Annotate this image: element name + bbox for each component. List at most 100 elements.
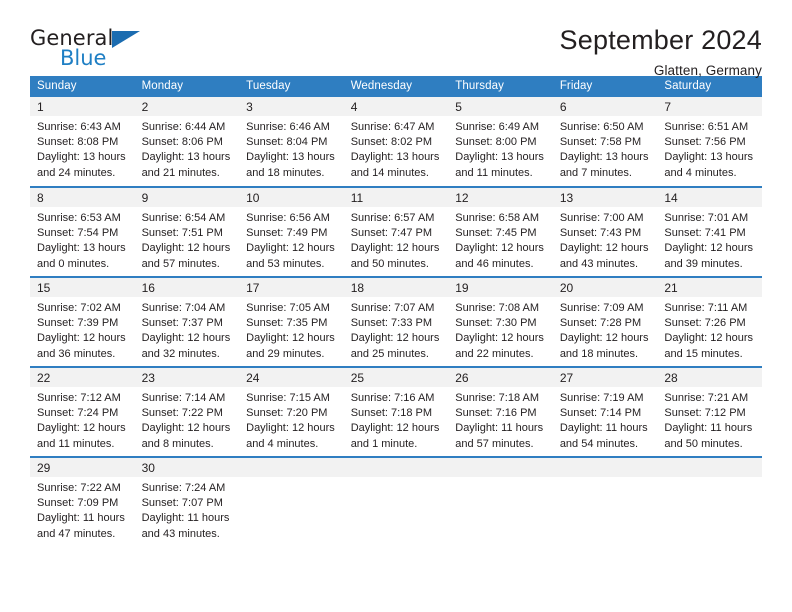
general-blue-logo[interactable]: General Blue: [30, 26, 150, 78]
day-number: 20: [552, 278, 658, 297]
sunset-time: Sunset: 7:22 PM: [141, 407, 223, 420]
daylight-duration-line1: Daylight: 11 hours: [455, 422, 544, 435]
daylight-duration-line2: and 24 minutes.: [37, 166, 116, 179]
day-sun-info: Sunrise: 6:56 AM Sunset: 7:49 PM Daylight:…: [239, 207, 344, 272]
calendar-day-cell[interactable]: 28 Sunrise: 7:21 AM Sunset: 7:12 PM Dayligh…: [657, 366, 762, 457]
calendar-day-cell[interactable]: 1 Sunrise: 6:43 AM Sunset: 8:08 PM Daylight…: [30, 97, 135, 187]
triangle-flag-icon: [112, 31, 140, 48]
calendar-day-cell[interactable]: 27 Sunrise: 7:19 AM Sunset: 7:14 PM Dayligh…: [552, 366, 658, 457]
sunrise-time: Sunrise: 7:12 AM: [37, 392, 121, 404]
sunrise-time: Sunrise: 7:18 AM: [455, 392, 540, 404]
daylight-duration-line1: Daylight: 11 hours: [141, 512, 230, 525]
daylight-duration-line1: Daylight: 12 hours: [350, 332, 440, 345]
day-sun-info: Sunrise: 6:44 AM Sunset: 8:06 PM Daylight:…: [135, 116, 240, 181]
day-number: [552, 458, 658, 477]
day-number: 8: [30, 188, 135, 207]
calendar-day-cell[interactable]: 8 Sunrise: 6:53 AM Sunset: 7:54 PM Daylight…: [30, 186, 135, 277]
calendar-day-cell[interactable]: 2 Sunrise: 6:44 AM Sunset: 8:06 PM Daylight…: [134, 97, 240, 187]
sunset-time: Sunset: 7:16 PM: [455, 407, 537, 420]
day-sun-info: Sunrise: 7:14 AM Sunset: 7:22 PM Daylight:…: [135, 387, 240, 452]
calendar-day-cell[interactable]: 30 Sunrise: 7:24 AM Sunset: 7:07 PM Dayligh…: [134, 456, 240, 547]
daylight-duration-line1: Daylight: 12 hours: [559, 332, 649, 345]
daylight-duration-line1: Daylight: 12 hours: [141, 422, 231, 435]
day-number: 26: [448, 368, 553, 387]
day-sun-info: Sunrise: 7:01 AM Sunset: 7:41 PM Daylight:…: [657, 207, 762, 272]
sunrise-time: Sunrise: 6:49 AM: [455, 121, 540, 133]
sunset-time: Sunset: 7:12 PM: [664, 407, 746, 420]
day-number: 23: [134, 368, 240, 387]
calendar-day-cell[interactable]: 4 Sunrise: 6:47 AM Sunset: 8:02 PM Daylight…: [343, 97, 449, 187]
day-number: 22: [30, 368, 135, 387]
calendar-day-cell[interactable]: 22 Sunrise: 7:12 AM Sunset: 7:24 PM Dayligh…: [30, 366, 135, 457]
daylight-duration-line2: and 14 minutes.: [350, 166, 429, 179]
day-number: 3: [239, 97, 344, 116]
day-sun-info: Sunrise: 7:07 AM Sunset: 7:33 PM Daylight:…: [344, 297, 449, 362]
daylight-duration-line1: Daylight: 12 hours: [246, 242, 335, 255]
calendar-day-cell[interactable]: 13 Sunrise: 7:00 AM Sunset: 7:43 PM Dayligh…: [552, 186, 658, 277]
calendar-day-cell[interactable]: 29 Sunrise: 7:22 AM Sunset: 7:09 PM Dayligh…: [30, 456, 135, 547]
calendar-day-cell[interactable]: 23 Sunrise: 7:14 AM Sunset: 7:22 PM Dayligh…: [134, 366, 240, 457]
calendar-day-cell[interactable]: 14 Sunrise: 7:01 AM Sunset: 7:41 PM Dayligh…: [657, 186, 762, 277]
calendar-day-cell[interactable]: 15 Sunrise: 7:02 AM Sunset: 7:39 PM Dayligh…: [30, 276, 135, 367]
day-sun-info: Sunrise: 7:15 AM Sunset: 7:20 PM Daylight:…: [239, 387, 344, 452]
daylight-duration-line1: Daylight: 12 hours: [559, 242, 649, 255]
day-number: 1: [30, 97, 135, 116]
calendar-day-cell[interactable]: 16 Sunrise: 7:04 AM Sunset: 7:37 PM Dayligh…: [134, 276, 240, 367]
calendar-day-cell[interactable]: 21 Sunrise: 7:11 AM Sunset: 7:26 PM Dayligh…: [657, 276, 762, 367]
calendar-day-cell[interactable]: 12 Sunrise: 6:58 AM Sunset: 7:45 PM Dayligh…: [448, 186, 553, 277]
calendar-day-cell[interactable]: 17 Sunrise: 7:05 AM Sunset: 7:35 PM Dayligh…: [239, 276, 344, 367]
calendar-day-cell[interactable]: 10 Sunrise: 6:56 AM Sunset: 7:49 PM Dayligh…: [239, 186, 344, 277]
sunset-time: Sunset: 7:07 PM: [141, 497, 223, 510]
day-number: 25: [343, 368, 449, 387]
sunset-time: Sunset: 7:49 PM: [246, 227, 328, 240]
calendar-day-cell[interactable]: 24 Sunrise: 7:15 AM Sunset: 7:20 PM Dayligh…: [239, 366, 344, 457]
sunrise-time: Sunrise: 6:54 AM: [141, 212, 226, 224]
sunset-time: Sunset: 7:20 PM: [246, 407, 328, 420]
daylight-duration-line1: Daylight: 12 hours: [37, 332, 126, 345]
calendar-body: 1 Sunrise: 6:43 AM Sunset: 8:08 PM Daylight…: [30, 97, 762, 547]
daylight-duration-line2: and 54 minutes.: [559, 437, 639, 450]
daylight-duration-line1: Daylight: 12 hours: [664, 242, 754, 255]
sunrise-time: Sunrise: 6:56 AM: [246, 212, 330, 224]
day-number: 5: [448, 97, 553, 116]
location-subtitle: Glatten, Germany: [653, 63, 762, 79]
calendar-day-cell[interactable]: 11 Sunrise: 6:57 AM Sunset: 7:47 PM Dayligh…: [343, 186, 449, 277]
day-number: 17: [239, 278, 344, 297]
day-number: 7: [657, 97, 762, 116]
day-number: 4: [343, 97, 449, 116]
daylight-duration-line2: and 39 minutes.: [664, 257, 743, 270]
daylight-duration-line2: and 21 minutes.: [141, 166, 220, 179]
day-sun-info: Sunrise: 7:08 AM Sunset: 7:30 PM Daylight:…: [448, 297, 553, 362]
sunrise-time: Sunrise: 7:04 AM: [141, 302, 226, 314]
day-sun-info: Sunrise: 7:22 AM Sunset: 7:09 PM Daylight:…: [30, 477, 135, 542]
daylight-duration-line2: and 18 minutes.: [246, 166, 325, 179]
weekday-header-row: Sunday Monday Tuesday Wednesday Thursday…: [30, 76, 762, 97]
calendar-day-cell[interactable]: 26 Sunrise: 7:18 AM Sunset: 7:16 PM Dayligh…: [448, 366, 553, 457]
calendar-day-cell[interactable]: 18 Sunrise: 7:07 AM Sunset: 7:33 PM Dayligh…: [343, 276, 449, 367]
sunrise-time: Sunrise: 6:47 AM: [350, 121, 435, 133]
daylight-duration-line2: and 57 minutes.: [455, 437, 534, 450]
calendar-day-cell[interactable]: 9 Sunrise: 6:54 AM Sunset: 7:51 PM Daylight…: [134, 186, 240, 277]
sunrise-time: Sunrise: 6:51 AM: [664, 121, 749, 133]
day-sun-info: Sunrise: 7:12 AM Sunset: 7:24 PM Daylight:…: [30, 387, 135, 452]
day-sun-info: Sunrise: 6:47 AM Sunset: 8:02 PM Daylight:…: [344, 116, 449, 181]
daylight-duration-line2: and 15 minutes.: [664, 347, 743, 360]
calendar-day-cell[interactable]: 25 Sunrise: 7:16 AM Sunset: 7:18 PM Dayligh…: [343, 366, 449, 457]
sunrise-time: Sunrise: 6:58 AM: [455, 212, 540, 224]
sunset-time: Sunset: 7:33 PM: [350, 317, 433, 330]
calendar-day-cell[interactable]: 6 Sunrise: 6:50 AM Sunset: 7:58 PM Daylight…: [552, 97, 658, 187]
daylight-duration-line1: Daylight: 12 hours: [455, 242, 544, 255]
sunrise-time: Sunrise: 7:00 AM: [559, 212, 644, 224]
calendar-day-cell[interactable]: 19 Sunrise: 7:08 AM Sunset: 7:30 PM Dayligh…: [448, 276, 553, 367]
calendar-day-cell[interactable]: 20 Sunrise: 7:09 AM Sunset: 7:28 PM Dayligh…: [552, 276, 658, 367]
calendar-day-cell[interactable]: 7 Sunrise: 6:51 AM Sunset: 7:56 PM Daylight…: [657, 97, 762, 187]
sunrise-time: Sunrise: 6:53 AM: [37, 212, 121, 224]
sunrise-time: Sunrise: 7:09 AM: [559, 302, 644, 314]
calendar-day-cell[interactable]: 5 Sunrise: 6:49 AM Sunset: 8:00 PM Daylight…: [448, 97, 553, 187]
day-number: 27: [552, 368, 658, 387]
daylight-duration-line2: and 4 minutes.: [664, 166, 737, 179]
daylight-duration-line2: and 57 minutes.: [141, 257, 220, 270]
sunset-time: Sunset: 7:39 PM: [37, 317, 119, 330]
calendar-day-cell[interactable]: 3 Sunrise: 6:46 AM Sunset: 8:04 PM Daylight…: [239, 97, 344, 187]
calendar-week-row: 8 Sunrise: 6:53 AM Sunset: 7:54 PM Daylight…: [30, 186, 762, 277]
